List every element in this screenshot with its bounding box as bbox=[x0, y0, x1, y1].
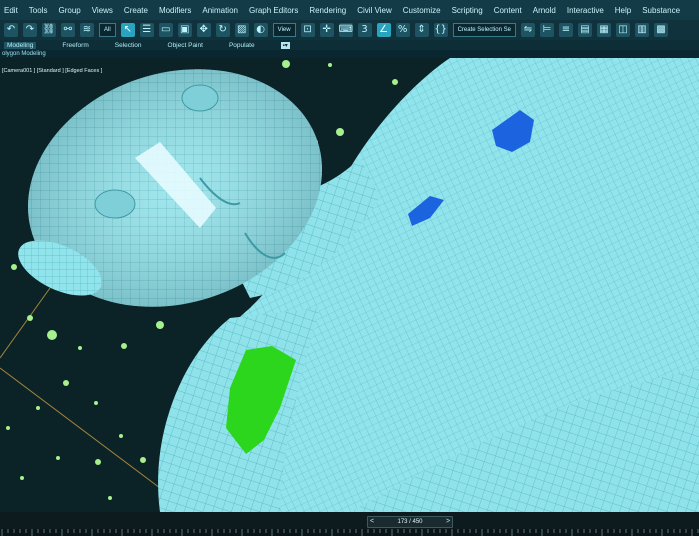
pivot-icon[interactable]: ⊡ bbox=[300, 23, 315, 37]
menu-customize[interactable]: Customize bbox=[403, 6, 441, 15]
ribbon-options-icon[interactable]: ▪▾ bbox=[280, 41, 290, 49]
timeline-ruler[interactable] bbox=[0, 529, 699, 536]
character-mesh[interactable] bbox=[0, 58, 699, 512]
toggle-ribbon-icon[interactable]: ▤ bbox=[577, 23, 592, 37]
menu-tools[interactable]: Tools bbox=[29, 6, 48, 15]
move-icon[interactable]: ✥ bbox=[196, 23, 211, 37]
main-toolbar: ↶ ↷ ⛓ ⚯ ≋ All ↖ ☰ ▭ ▣ ✥ ↻ ▨ ◐ View ⊡ ✛ ⌨… bbox=[0, 20, 699, 40]
menu-edit[interactable]: Edit bbox=[4, 6, 18, 15]
menu-content[interactable]: Content bbox=[494, 6, 522, 15]
menu-scripting[interactable]: Scripting bbox=[452, 6, 483, 15]
angle-snap-icon[interactable]: ∠ bbox=[376, 23, 391, 37]
menu-substance[interactable]: Substance bbox=[642, 6, 680, 15]
edit-named-sets-icon[interactable]: {} bbox=[433, 23, 448, 37]
place-icon[interactable]: ◐ bbox=[253, 23, 268, 37]
undo-icon[interactable]: ↶ bbox=[4, 23, 18, 37]
selection-filter-dropdown[interactable]: All bbox=[99, 23, 116, 37]
window-crossing-icon[interactable]: ▣ bbox=[177, 23, 192, 37]
rect-selection-icon[interactable]: ▭ bbox=[158, 23, 173, 37]
right-eye[interactable] bbox=[181, 84, 219, 112]
time-slider-prev[interactable]: < bbox=[368, 517, 376, 527]
menu-rendering[interactable]: Rendering bbox=[309, 6, 346, 15]
menu-create[interactable]: Create bbox=[124, 6, 148, 15]
tab-populate[interactable]: Populate bbox=[229, 42, 255, 49]
menu-interactive[interactable]: Interactive bbox=[567, 6, 604, 15]
curve-editor-icon[interactable]: ▦ bbox=[596, 23, 611, 37]
selection-set-dropdown[interactable]: Create Selection Se bbox=[452, 23, 516, 37]
snap-3d-icon[interactable]: 3 bbox=[357, 23, 372, 37]
scale-icon[interactable]: ▨ bbox=[234, 23, 249, 37]
time-slider-next[interactable]: > bbox=[444, 517, 452, 527]
left-eye[interactable] bbox=[94, 189, 136, 219]
unlink-icon[interactable]: ⚯ bbox=[61, 23, 75, 37]
link-icon[interactable]: ⛓ bbox=[42, 23, 56, 37]
schematic-view-icon[interactable]: ◫ bbox=[615, 23, 630, 37]
mirror-icon[interactable]: ⇋ bbox=[520, 23, 535, 37]
keyboard-shortcut-icon[interactable]: ⌨ bbox=[338, 23, 353, 37]
time-slider[interactable]: < 173 / 450 > bbox=[367, 516, 453, 528]
redo-icon[interactable]: ↷ bbox=[23, 23, 37, 37]
menu-graph-editors[interactable]: Graph Editors bbox=[249, 6, 298, 15]
menu-modifiers[interactable]: Modifiers bbox=[159, 6, 191, 15]
select-manipulate-icon[interactable]: ✛ bbox=[319, 23, 334, 37]
menu-civil-view[interactable]: Civil View bbox=[357, 6, 392, 15]
tab-selection[interactable]: Selection bbox=[115, 42, 142, 49]
select-icon[interactable]: ↖ bbox=[120, 23, 135, 37]
menu-group[interactable]: Group bbox=[58, 6, 80, 15]
menu-animation[interactable]: Animation bbox=[202, 6, 238, 15]
menu-arnold[interactable]: Arnold bbox=[533, 6, 556, 15]
material-editor-icon[interactable]: ▥ bbox=[634, 23, 649, 37]
ribbon-panel-label: olygon Modeling bbox=[0, 50, 699, 58]
bind-icon[interactable]: ≋ bbox=[80, 23, 94, 37]
viewport-scene[interactable] bbox=[0, 58, 699, 512]
frame-counter: 173 / 450 bbox=[397, 519, 423, 525]
ribbon-tabs: Modeling Freeform Selection Object Paint… bbox=[0, 40, 699, 50]
rotate-icon[interactable]: ↻ bbox=[215, 23, 230, 37]
reference-coord-dropdown[interactable]: View bbox=[272, 23, 296, 37]
select-by-name-icon[interactable]: ☰ bbox=[139, 23, 154, 37]
tab-object-paint[interactable]: Object Paint bbox=[168, 42, 203, 49]
spinner-snap-icon[interactable]: ⇕ bbox=[414, 23, 429, 37]
tab-modeling[interactable]: Modeling bbox=[4, 41, 37, 49]
menu-help[interactable]: Help bbox=[615, 6, 631, 15]
viewport-label[interactable]: [Camera001 ] [Standard ] [Edged Faces ] bbox=[2, 68, 102, 74]
menu-views[interactable]: Views bbox=[92, 6, 113, 15]
layer-explorer-icon[interactable]: ≡ bbox=[558, 23, 573, 37]
align-icon[interactable]: ⊨ bbox=[539, 23, 554, 37]
render-setup-icon[interactable]: ▩ bbox=[653, 23, 668, 37]
menu-bar: Edit Tools Group Views Create Modifiers Animat… bbox=[0, 0, 699, 20]
viewport-camera[interactable] bbox=[0, 58, 699, 512]
percent-snap-icon[interactable]: % bbox=[395, 23, 410, 37]
tab-freeform[interactable]: Freeform bbox=[62, 42, 88, 49]
